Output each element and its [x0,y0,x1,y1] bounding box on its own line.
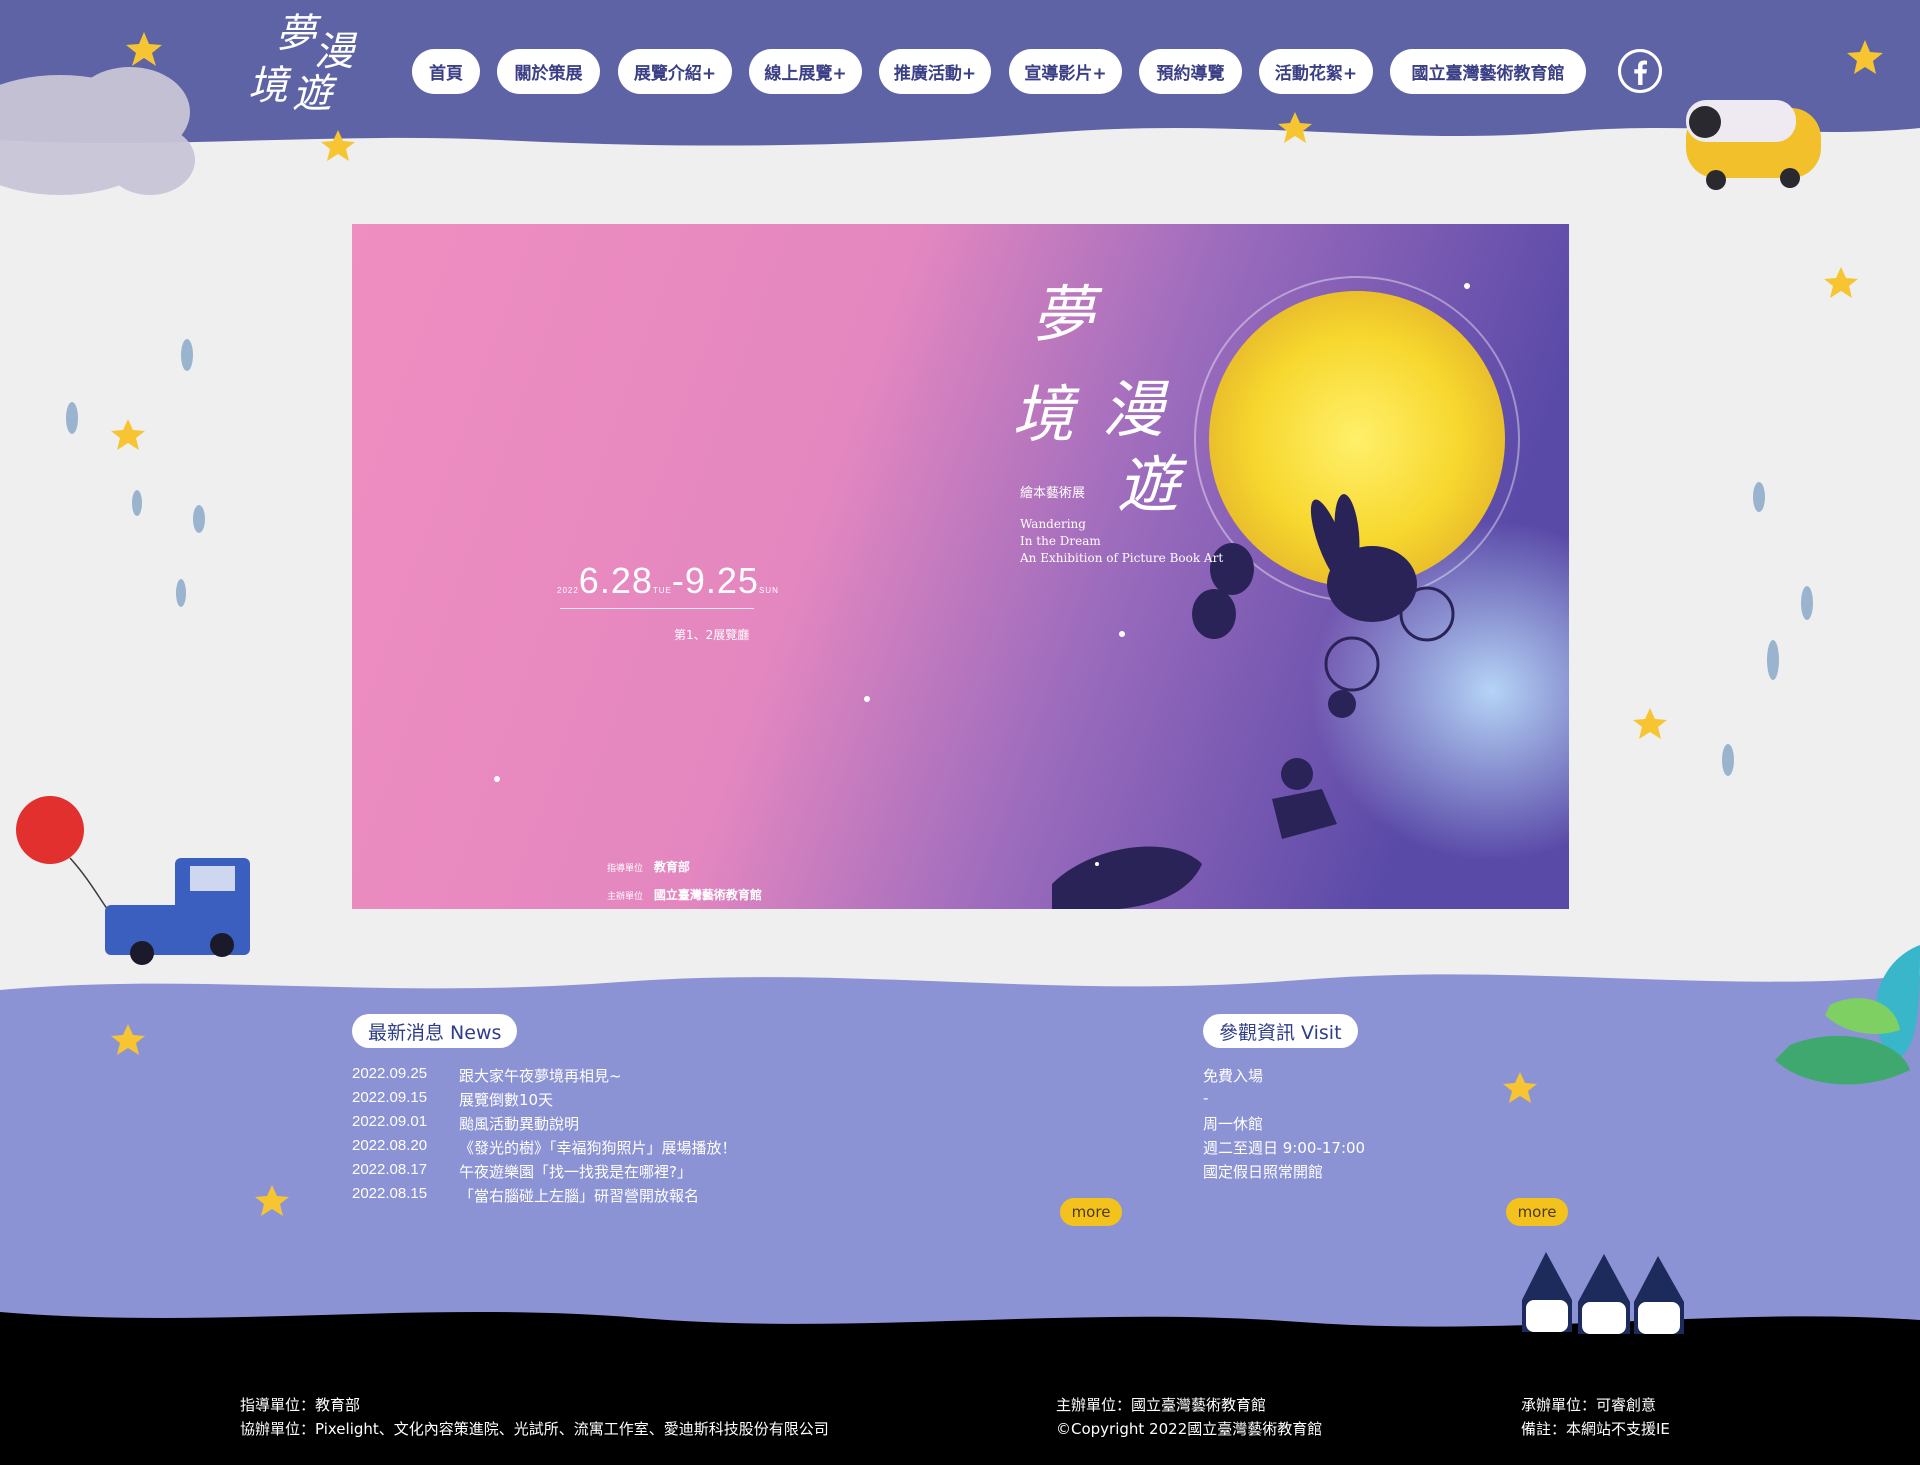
news-item[interactable]: 2022.08.15 「當右腦碰上左腦」研習營開放報名 [352,1185,737,1209]
hero-english-line: An Exhibition of Picture Book Art [1020,551,1224,565]
visit-line: 周一休館 [1203,1115,1264,1133]
logo-char: 漫 [314,29,354,75]
hero-english-title: Wandering In the Dream An Exhibition of … [1020,516,1223,567]
visit-line: 免費入場 [1203,1067,1264,1085]
news-date: 2022.08.17 [352,1161,428,1178]
hero-guide-label: 指導單位 [607,864,644,874]
hero-guide-org: 教育部 [653,860,690,874]
hero-date-end: 9.25 [684,560,759,601]
news-item[interactable]: 2022.09.01 颱風活動異動說明 [352,1113,737,1137]
news-title: 最新消息 News [352,1014,518,1048]
hero-day-start: TUE [652,586,672,595]
news-date: 2022.09.15 [352,1089,428,1106]
visit-line: 國定假日照常開館 [1203,1163,1324,1181]
news-item[interactable]: 2022.09.15 展覽倒數10天 [352,1089,737,1113]
penguins-illustration [1522,1252,1684,1334]
news-item[interactable]: 2022.08.20 《發光的樹》「幸福狗狗照片」展場播放！ [352,1137,737,1161]
footer-middle: 主辦單位：國立臺灣藝術教育館 ©Copyright 2022國立臺灣藝術教育館 [1056,1393,1322,1441]
nav-guided-tour[interactable]: 預約導覽 [1139,49,1242,94]
hero-venue: 第1、2展覽廳 [674,628,750,642]
hero-host-org: 國立臺灣藝術教育館 [653,888,762,902]
hero-guide-sponsor: 指導單位 教育部 [607,858,690,875]
news-text: 《發光的樹》「幸福狗狗照片」展場播放！ [459,1139,737,1157]
news-item[interactable]: 2022.08.17 午夜遊樂園「找一找我是在哪裡?」 [352,1161,737,1185]
hero-title-char: 境 [1012,378,1075,451]
bus-illustration [1686,100,1821,190]
news-text: 展覽倒數10天 [459,1091,554,1109]
cloud-illustration [0,67,195,195]
news-text: 颱風活動異動說明 [459,1115,580,1133]
nav-highlights[interactable]: 活動花絮+ [1259,49,1373,94]
footer-right: 承辦單位：可睿創意 備註：本網站不支援IE [1521,1393,1670,1441]
hero-host-sponsor: 主辦單位 國立臺灣藝術教育館 [607,886,762,903]
news-text: 「當右腦碰上左腦」研習營開放報名 [459,1187,700,1205]
news-text: 跟大家午夜夢境再相見~ [459,1067,622,1085]
news-list: 2022.09.25 跟大家午夜夢境再相見~ 2022.09.15 展覽倒數10… [352,1065,737,1209]
facebook-icon[interactable] [1618,49,1662,93]
footer-host: 主辦單位：國立臺灣藝術教育館 [1056,1396,1267,1414]
nav-promotion[interactable]: 推廣活動+ [879,49,991,94]
nav-ntaec[interactable]: 國立臺灣藝術教育館 [1390,49,1586,94]
hero-host-label: 主辦單位 [607,892,644,902]
visit-info: 免費入場 - 周一休館 週二至週日 9:00-17:00 國定假日照常開館 [1203,1065,1365,1185]
nav-exhibition-intro[interactable]: 展覽介紹+ [618,49,732,94]
visit-more-button[interactable]: more [1506,1198,1568,1226]
logo-char: 夢 [276,11,316,57]
site-logo[interactable]: 夢 漫 境 遊 [240,10,360,120]
visit-line: 週二至週日 9:00-17:00 [1203,1139,1366,1157]
hero-day-end: SUN [758,586,779,595]
hero-year: 2022 [557,586,579,595]
logo-char: 境 [248,63,288,109]
news-text: 午夜遊樂園「找一找我是在哪裡?」 [459,1163,692,1181]
hero-title-char: 漫 [1102,373,1165,446]
truck-illustration [16,796,250,965]
footer-executor: 承辦單位：可睿創意 [1521,1396,1657,1414]
footer-copyright: ©Copyright 2022國立臺灣藝術教育館 [1056,1420,1323,1438]
footer-note: 備註：本網站不支援IE [1521,1420,1670,1438]
nav-home[interactable]: 首頁 [412,49,480,94]
news-item[interactable]: 2022.09.25 跟大家午夜夢境再相見~ [352,1065,737,1089]
hero-date-divider [560,608,754,609]
logo-char: 遊 [292,71,332,117]
hero-title: 夢 境 漫 遊 [1012,284,1212,554]
hero-date-range: 20226.28TUE-9.25SUN [557,560,779,601]
visit-line: - [1203,1089,1209,1107]
footer-guide: 指導單位：教育部 [240,1396,361,1414]
hero-banner[interactable]: 夢 境 漫 遊 繪本藝術展 Wandering In the Dream An … [352,224,1569,909]
news-more-button[interactable]: more [1060,1198,1122,1226]
hero-title-char: 遊 [1117,448,1180,521]
hero-illustration [352,224,1569,909]
news-date: 2022.08.15 [352,1185,428,1202]
news-date: 2022.09.01 [352,1113,428,1130]
news-date: 2022.09.25 [352,1065,428,1082]
footer-left: 指導單位：教育部 協辦單位：Pixelight、文化內容策進院、光試所、流寓工作… [240,1393,829,1441]
visit-title: 參觀資訊 Visit [1203,1014,1358,1048]
facebook-icon-glyph [1618,49,1662,93]
footer-co-organizers: 協辦單位：Pixelight、文化內容策進院、光試所、流寓工作室、愛迪斯科技股份… [240,1420,829,1438]
nav-about[interactable]: 關於策展 [497,49,600,94]
hero-subtitle: 繪本藝術展 [1020,486,1086,501]
hero-title-char: 夢 [1032,278,1095,351]
nav-online-exhibition[interactable]: 線上展覽+ [749,49,862,94]
hero-date-start: 6.28 [578,560,653,601]
hero-english-line: Wandering [1020,517,1086,531]
nav-videos[interactable]: 宣導影片+ [1009,49,1122,94]
news-date: 2022.08.20 [352,1137,428,1154]
hero-english-line: In the Dream [1020,534,1101,548]
